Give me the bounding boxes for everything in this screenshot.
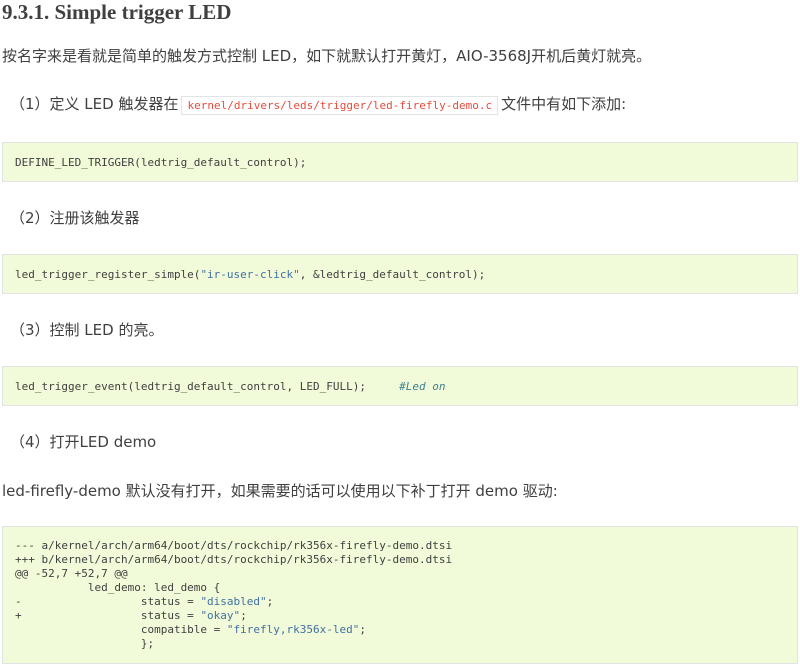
step-2-text: （2）注册该触发器 bbox=[10, 209, 140, 227]
patch-line: led_demo: led_demo { bbox=[15, 581, 221, 594]
step-1-text: （1）定义 LED 触发器在 kernel/drivers/leds/trigge… bbox=[10, 93, 626, 117]
patch-line: - status = "disabled"; bbox=[15, 595, 785, 609]
step-1-suffix: 文件中有如下添加: bbox=[501, 95, 627, 113]
patch-line: @@ -52,7 +52,7 @@ bbox=[15, 567, 128, 580]
code-func: led_trigger_register_simple( bbox=[15, 268, 201, 281]
patch-line: --- a/kernel/arch/arm64/boot/dts/rockchi… bbox=[15, 539, 453, 552]
code-block-3[interactable]: led_trigger_event(ledtrig_default_contro… bbox=[2, 366, 798, 406]
patch-intro-paragraph: led-firefly-demo 默认没有打开，如果需要的话可以使用以下补丁打开… bbox=[2, 482, 558, 500]
patch-line: }; bbox=[15, 637, 155, 650]
patch-text: ; bbox=[359, 623, 366, 636]
code-statement: led_trigger_event(ledtrig_default_contro… bbox=[15, 380, 400, 393]
patch-text: ; bbox=[240, 609, 247, 622]
patch-text: - status = bbox=[15, 595, 201, 608]
patch-code-block[interactable]: --- a/kernel/arch/arm64/boot/dts/rockchi… bbox=[2, 526, 798, 664]
patch-string: "disabled" bbox=[200, 595, 267, 608]
patch-line: + status = "okay"; bbox=[15, 609, 785, 623]
code-block-1[interactable]: DEFINE_LED_TRIGGER(ledtrig_default_contr… bbox=[2, 142, 798, 182]
intro-paragraph: 按名字来是看就是简单的触发方式控制 LED，如下就默认打开黄灯，AIO-3568… bbox=[2, 47, 652, 65]
patch-line: compatible = "firefly,rk356x-led"; bbox=[15, 623, 785, 637]
step-4-text: （4）打开LED demo bbox=[10, 433, 157, 451]
patch-string: "okay" bbox=[200, 609, 241, 622]
patch-text: compatible = bbox=[15, 623, 227, 636]
step-1-prefix: （1）定义 LED 触发器在 bbox=[10, 95, 179, 113]
code-comment: #Led on bbox=[399, 380, 446, 393]
step-3-text: （3）控制 LED 的亮。 bbox=[10, 321, 164, 339]
patch-string: "firefly,rk356x-led" bbox=[226, 623, 360, 636]
section-title: 9.3.1. Simple trigger LED bbox=[2, 0, 232, 24]
code-string: "ir-user-click" bbox=[200, 268, 300, 281]
inline-code-path: kernel/drivers/leds/trigger/led-firefly-… bbox=[181, 96, 499, 115]
patch-text: + status = bbox=[15, 609, 201, 622]
patch-line: +++ b/kernel/arch/arm64/boot/dts/rockchi… bbox=[15, 553, 453, 566]
patch-text: ; bbox=[266, 595, 274, 608]
code-block-2[interactable]: led_trigger_register_simple("ir-user-cli… bbox=[2, 254, 798, 294]
code-line: DEFINE_LED_TRIGGER(ledtrig_default_contr… bbox=[15, 156, 307, 169]
code-rest: , &ledtrig_default_control); bbox=[299, 268, 486, 281]
